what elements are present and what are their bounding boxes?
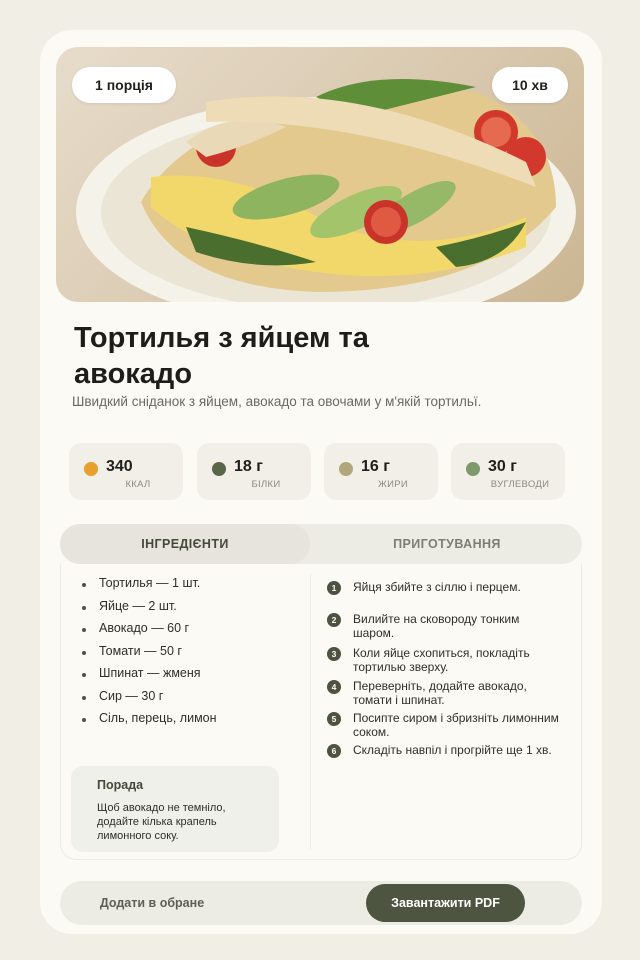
protein-value: 18 г [234, 458, 263, 475]
step-number: 2 [327, 613, 341, 627]
nutrition-carbs: 30 г ВУГЛЕВОДИ [451, 443, 565, 500]
ingredient-item: Шпинат — жменя [81, 666, 217, 689]
recipe-photo: 1 порція 10 хв [56, 47, 584, 302]
servings-badge: 1 порція [72, 67, 176, 103]
fat-dot [339, 462, 353, 476]
calories-dot [84, 462, 98, 476]
carbs-label: ВУГЛЕВОДИ [490, 479, 550, 490]
ingredient-item: Тортилья — 1 шт. [81, 576, 217, 599]
step-number: 3 [327, 647, 341, 661]
carbs-value: 30 г [488, 458, 517, 475]
recipe-content: Тортилья — 1 шт. Яйце — 2 шт. Авокадо — … [60, 564, 582, 860]
column-divider [310, 574, 311, 849]
step-number: 4 [327, 680, 341, 694]
fat-value: 16 г [361, 458, 390, 475]
tip-title: Порада [97, 778, 144, 792]
step-text: Складіть навпіл і прогрійте ще 1 хв. [353, 743, 552, 757]
recipe-title: Тортилья з яйцем та авокадо [74, 322, 369, 390]
ingredient-item: Авокадо — 60 г [81, 621, 217, 644]
step-number: 1 [327, 581, 341, 595]
step-number: 5 [327, 712, 341, 726]
action-bar: Додати в обране Завантажити PDF [60, 881, 582, 925]
recipe-tabs: ІНГРЕДІЄНТИ ПРИГОТУВАННЯ [60, 524, 582, 564]
ingredients-list: Тортилья — 1 шт. Яйце — 2 шт. Авокадо — … [81, 576, 217, 734]
protein-dot [212, 462, 226, 476]
tab-ingredients[interactable]: ІНГРЕДІЄНТИ [60, 524, 310, 564]
tip-box: Порада Щоб авокадо не темніло, додайте к… [71, 766, 279, 852]
add-favorite-button[interactable]: Додати в обране [72, 881, 232, 925]
nutrition-protein: 18 г БІЛКИ [197, 443, 311, 500]
calories-value: 340 [106, 458, 133, 475]
step-text: Коли яйце схопиться, покладіть тортилью … [353, 646, 530, 674]
ingredient-item: Томати — 50 г [81, 644, 217, 667]
ingredient-item: Сир — 30 г [81, 689, 217, 712]
ingredient-item: Яйце — 2 шт. [81, 599, 217, 622]
nutrition-calories: 340 ККАЛ [69, 443, 183, 500]
step-text: Яйця збийте з сіллю і перцем. [353, 580, 521, 594]
download-pdf-button[interactable]: Завантажити PDF [366, 884, 525, 922]
nutrition-fat: 16 г ЖИРИ [324, 443, 438, 500]
step-text: Посипте сиром і збризніть лимонним соком… [353, 711, 559, 739]
carbs-dot [466, 462, 480, 476]
ingredient-item: Сіль, перець, лимон [81, 711, 217, 734]
step-text: Переверніть, додайте авокадо, томати і ш… [353, 679, 527, 707]
calories-label: ККАЛ [125, 479, 151, 490]
tab-preparation[interactable]: ПРИГОТУВАННЯ [312, 524, 582, 564]
tip-text: Щоб авокадо не темніло, додайте кілька к… [97, 802, 226, 842]
protein-label: БІЛКИ [251, 479, 281, 490]
time-badge: 10 хв [492, 67, 568, 103]
step-number: 6 [327, 744, 341, 758]
step-text: Вилийте на сковороду тонким шаром. [353, 612, 520, 640]
fat-label: ЖИРИ [378, 479, 408, 490]
recipe-subtitle: Швидкий сніданок з яйцем, авокадо та ово… [72, 394, 482, 409]
